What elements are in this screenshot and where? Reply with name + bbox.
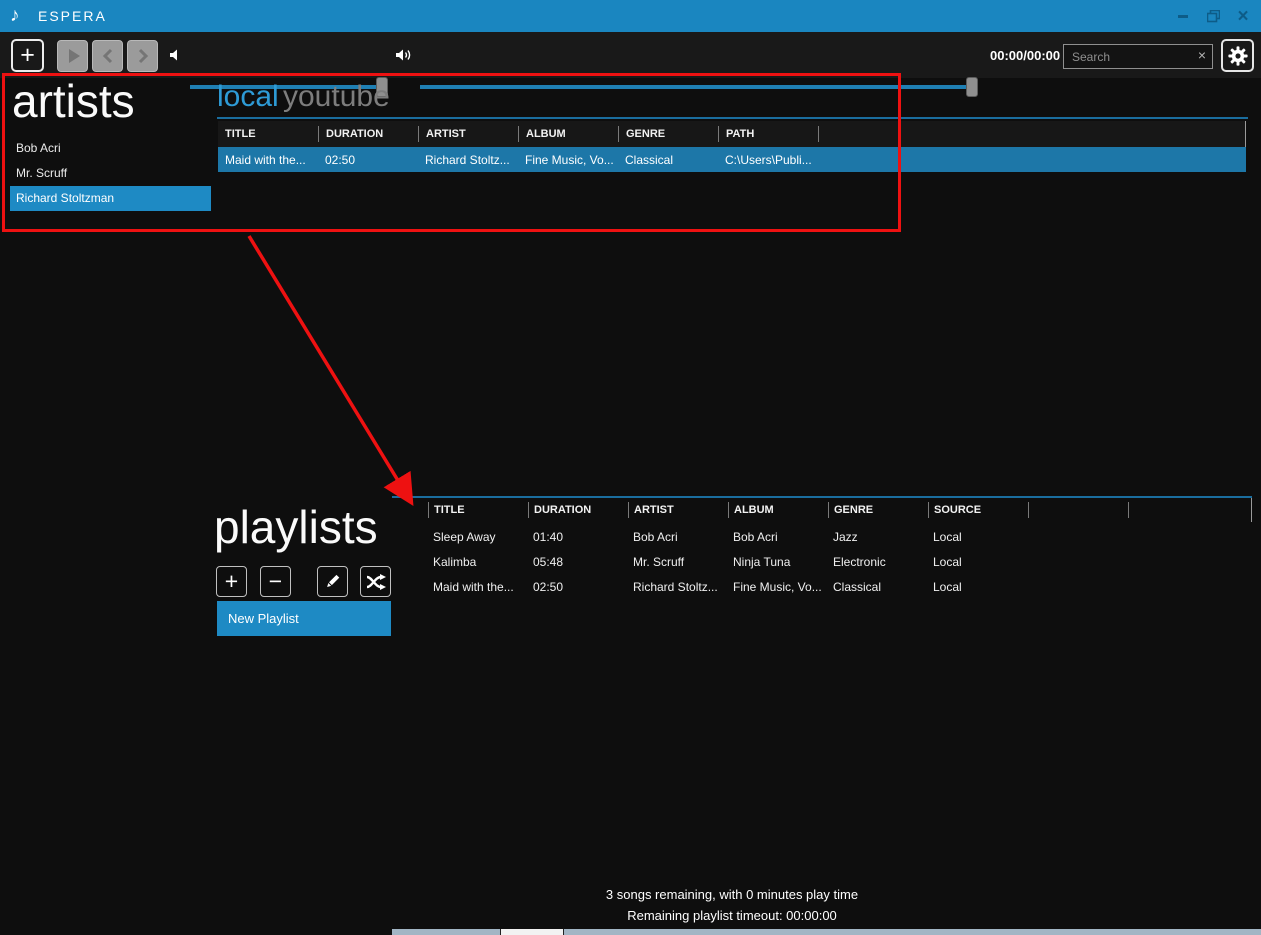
- column-header-empty: [1028, 502, 1128, 518]
- column-header-artist[interactable]: ARTIST: [418, 126, 518, 142]
- minimize-button[interactable]: [1171, 4, 1195, 28]
- playlist-song-row[interactable]: Kalimba 05:48 Mr. Scruff Ninja Tuna Elec…: [392, 549, 1252, 574]
- restore-icon: [1207, 10, 1220, 23]
- settings-button[interactable]: [1221, 39, 1254, 72]
- column-header-genre[interactable]: GENRE: [618, 126, 718, 142]
- cell-artist: Richard Stoltz...: [418, 153, 518, 167]
- cell-source: Local: [928, 580, 1028, 594]
- cell-artist: Bob Acri: [628, 530, 728, 544]
- volume-low-icon: [168, 48, 182, 62]
- plus-icon: +: [225, 568, 238, 595]
- cell-genre: Classical: [618, 153, 718, 167]
- seek-slider-track[interactable]: [420, 85, 978, 89]
- volume-high-icon: [395, 48, 413, 62]
- pencil-icon: [324, 573, 341, 590]
- playlist-item-label: New Playlist: [228, 611, 299, 626]
- cell-title: Maid with the...: [218, 153, 318, 167]
- cell-artist: Mr. Scruff: [628, 555, 728, 569]
- cell-duration: 02:50: [318, 153, 418, 167]
- cell-source: Local: [928, 555, 1028, 569]
- search-input[interactable]: [1063, 44, 1213, 69]
- seek-slider-thumb[interactable]: [966, 77, 978, 97]
- artists-heading: artists: [12, 74, 135, 128]
- column-header-duration[interactable]: DURATION: [318, 126, 418, 142]
- cell-path: C:\Users\Publi...: [718, 153, 818, 167]
- edit-playlist-button[interactable]: [317, 566, 348, 597]
- next-icon: [136, 48, 150, 64]
- title-bar: ♪ ESPERA ×: [0, 0, 1261, 32]
- window-title: ESPERA: [38, 8, 107, 24]
- previous-icon: [101, 48, 115, 64]
- cell-duration: 02:50: [528, 580, 628, 594]
- espera-window: ♪ ESPERA × +: [0, 0, 1261, 935]
- cell-genre: Electronic: [828, 555, 928, 569]
- toolbar: + 00:00/00:00 ×: [0, 32, 1261, 78]
- column-header-album[interactable]: ALBUM: [728, 502, 828, 518]
- cell-source: Local: [928, 530, 1028, 544]
- close-button[interactable]: ×: [1231, 4, 1255, 28]
- tab-youtube[interactable]: youtube: [283, 80, 390, 114]
- restore-button[interactable]: [1201, 4, 1225, 28]
- playlists-heading: playlists: [214, 500, 378, 554]
- column-header-empty: [818, 126, 1245, 142]
- status-remaining-timeout: Remaining playlist timeout: 00:00:00: [203, 905, 1261, 926]
- clear-search-icon[interactable]: ×: [1198, 48, 1206, 62]
- cell-album: Bob Acri: [728, 530, 828, 544]
- library-top-border: [217, 117, 1248, 119]
- horizontal-scrollbar-thumb[interactable]: [500, 929, 564, 935]
- column-header-empty: [1128, 502, 1252, 518]
- cell-album: Fine Music, Vo...: [518, 153, 618, 167]
- library-song-row[interactable]: Maid with the... 02:50 Richard Stoltz...…: [218, 147, 1246, 172]
- artist-item-bob-acri[interactable]: Bob Acri: [10, 136, 211, 161]
- add-playlist-button[interactable]: +: [216, 566, 247, 597]
- search-box: ×: [1063, 44, 1213, 69]
- add-songs-button[interactable]: +: [11, 39, 44, 72]
- cell-duration: 01:40: [528, 530, 628, 544]
- gear-icon: [1227, 45, 1249, 67]
- time-display: 00:00/00:00: [990, 48, 1060, 63]
- music-note-icon: ♪: [10, 5, 20, 27]
- column-header-title[interactable]: TITLE: [428, 502, 528, 518]
- cell-album: Ninja Tuna: [728, 555, 828, 569]
- shuffle-playlist-button[interactable]: [360, 566, 391, 597]
- cell-title: Kalimba: [428, 555, 528, 569]
- library-table-header: TITLE DURATION ARTIST ALBUM GENRE PATH: [218, 121, 1246, 147]
- play-icon: [69, 49, 80, 63]
- next-button[interactable]: [127, 40, 158, 72]
- artist-item-richard-stoltzman[interactable]: Richard Stoltzman: [10, 186, 211, 211]
- playlist-song-row[interactable]: Maid with the... 02:50 Richard Stoltz...…: [392, 574, 1252, 599]
- cell-artist: Richard Stoltz...: [628, 580, 728, 594]
- playlist-table-header: TITLE DURATION ARTIST ALBUM GENRE SOURCE: [392, 498, 1252, 522]
- column-header-duration[interactable]: DURATION: [528, 502, 628, 518]
- playlist-item-new-playlist[interactable]: New Playlist: [217, 601, 391, 636]
- plus-icon: +: [20, 41, 35, 70]
- cell-duration: 05:48: [528, 555, 628, 569]
- play-button[interactable]: [57, 40, 88, 72]
- column-header-title[interactable]: TITLE: [218, 126, 318, 142]
- playlist-song-row[interactable]: Sleep Away 01:40 Bob Acri Bob Acri Jazz …: [392, 524, 1252, 549]
- column-header-genre[interactable]: GENRE: [828, 502, 928, 518]
- minimize-icon: [1178, 15, 1188, 18]
- remove-playlist-button[interactable]: −: [260, 566, 291, 597]
- column-header-source[interactable]: SOURCE: [928, 502, 1028, 518]
- previous-button[interactable]: [92, 40, 123, 72]
- playlist-status: 3 songs remaining, with 0 minutes play t…: [203, 884, 1261, 926]
- tab-local[interactable]: local: [217, 80, 279, 114]
- cell-genre: Jazz: [828, 530, 928, 544]
- shuffle-icon: [366, 574, 386, 590]
- status-remaining-songs: 3 songs remaining, with 0 minutes play t…: [203, 884, 1261, 905]
- cell-title: Sleep Away: [428, 530, 528, 544]
- cell-genre: Classical: [828, 580, 928, 594]
- column-header-album[interactable]: ALBUM: [518, 126, 618, 142]
- column-header-artist[interactable]: ARTIST: [628, 502, 728, 518]
- window-controls: ×: [1171, 0, 1255, 32]
- column-header-path[interactable]: PATH: [718, 126, 818, 142]
- minus-icon: −: [269, 568, 282, 595]
- artist-item-mr-scruff[interactable]: Mr. Scruff: [10, 161, 211, 186]
- cell-title: Maid with the...: [428, 580, 528, 594]
- cell-album: Fine Music, Vo...: [728, 580, 828, 594]
